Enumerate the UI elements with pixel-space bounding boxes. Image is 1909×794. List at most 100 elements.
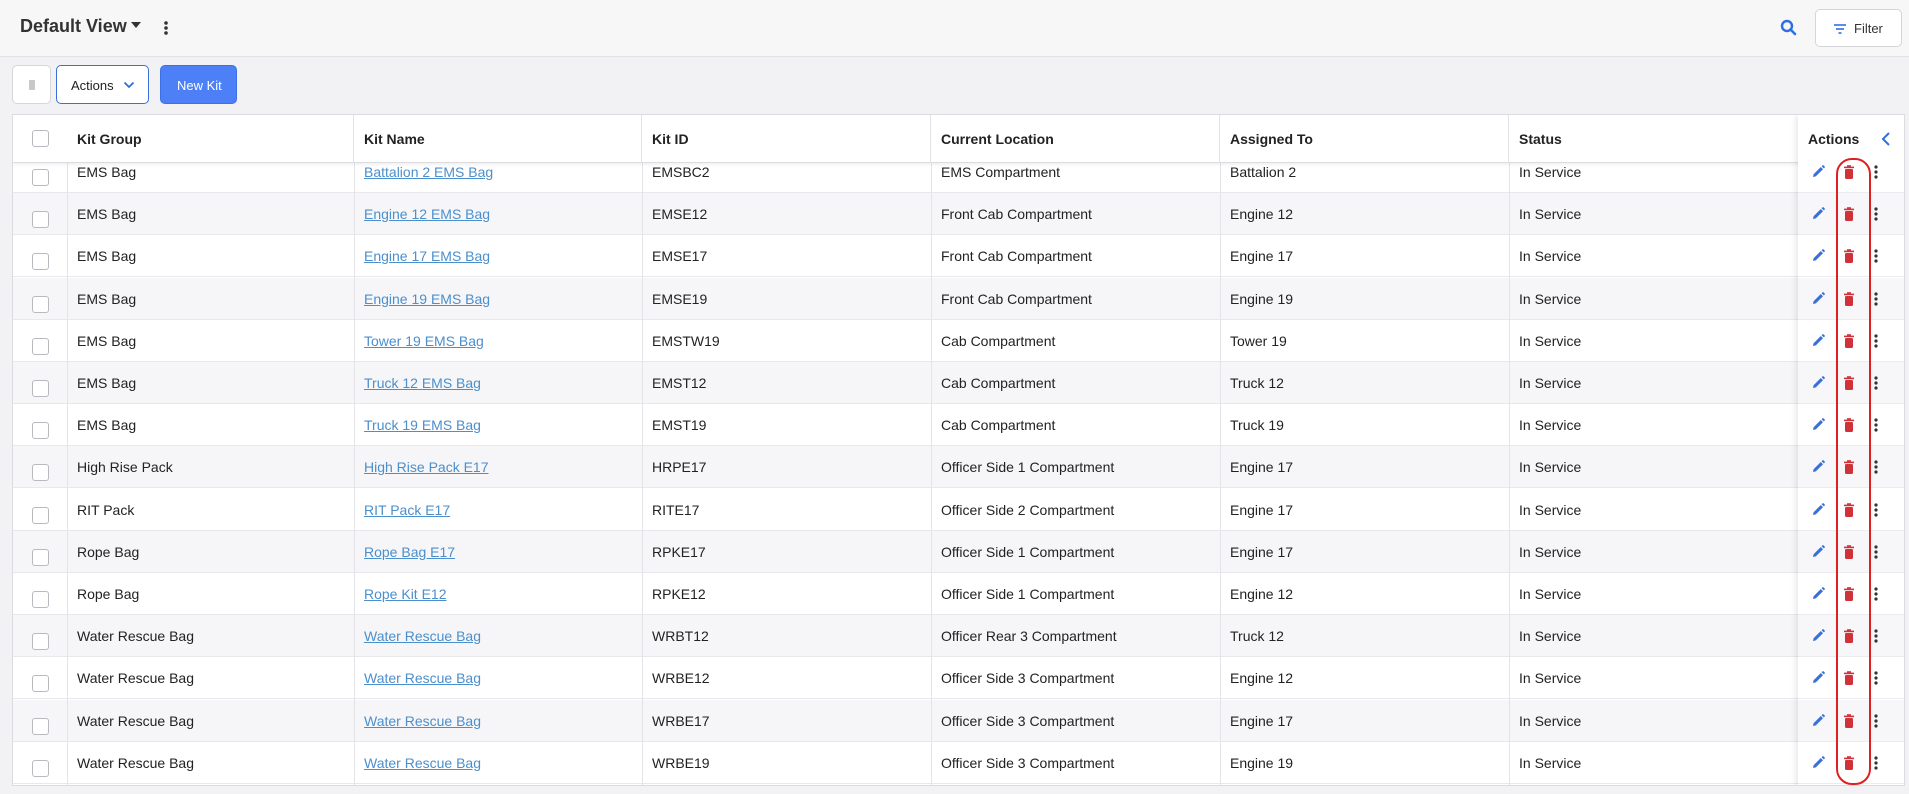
view-title[interactable]: Default View xyxy=(20,16,127,37)
more-vertical-icon[interactable] xyxy=(1873,206,1879,222)
kit-name-link[interactable]: Water Rescue Bag xyxy=(364,713,481,729)
kit-name-link[interactable]: Water Rescue Bag xyxy=(364,628,481,644)
more-vertical-icon[interactable] xyxy=(1873,628,1879,644)
pencil-icon[interactable] xyxy=(1810,248,1826,264)
row-checkbox[interactable] xyxy=(32,548,49,566)
select-all-checkbox[interactable] xyxy=(32,130,49,147)
row-checkbox[interactable] xyxy=(32,169,49,186)
more-vertical-icon[interactable] xyxy=(1873,713,1879,729)
pencil-icon[interactable] xyxy=(1810,628,1826,644)
pencil-icon[interactable] xyxy=(1810,459,1826,475)
table-row[interactable]: EMS Bag Engine 12 EMS Bag EMSE12 Front Cab … xyxy=(13,193,1904,236)
table-row[interactable]: EMS Bag Engine 19 EMS Bag EMSE19 Front Cab … xyxy=(13,277,1904,320)
cell-status: In Service xyxy=(1519,459,1582,476)
pencil-icon[interactable] xyxy=(1810,502,1826,518)
more-vertical-icon[interactable] xyxy=(1873,291,1879,307)
kit-name-link[interactable]: Truck 12 EMS Bag xyxy=(364,375,481,391)
more-vertical-icon[interactable] xyxy=(1873,670,1879,686)
cell-status: In Service xyxy=(1519,248,1582,265)
more-vertical-icon[interactable] xyxy=(1873,333,1879,349)
cell-id: RPKE12 xyxy=(652,586,706,602)
kit-name-link[interactable]: Engine 19 EMS Bag xyxy=(364,291,490,307)
row-checkbox[interactable] xyxy=(32,422,49,440)
kit-name-link[interactable]: Battalion 2 EMS Bag xyxy=(364,164,493,180)
row-checkbox[interactable] xyxy=(32,211,49,229)
cell-group: Water Rescue Bag xyxy=(77,712,194,729)
table-row[interactable]: Rope Bag Rope Kit E12 RPKE12 Officer Side 1… xyxy=(13,573,1904,615)
pencil-icon[interactable] xyxy=(1810,755,1826,771)
actions-dropdown-button[interactable]: Actions xyxy=(56,65,149,104)
row-checkbox[interactable] xyxy=(32,759,49,777)
more-vertical-icon[interactable] xyxy=(1873,502,1879,518)
table-row[interactable]: Water Rescue Bag Water Rescue Bag WRBT12 Of… xyxy=(13,615,1904,658)
pencil-icon[interactable] xyxy=(1810,375,1826,391)
cell-id: WRBT12 xyxy=(652,628,709,645)
more-vertical-icon[interactable] xyxy=(160,15,172,41)
more-vertical-icon[interactable] xyxy=(1873,248,1879,264)
column-header-status[interactable]: Status xyxy=(1519,115,1798,163)
pencil-icon[interactable] xyxy=(1810,417,1826,433)
table-row[interactable]: High Rise Pack High Rise Pack E17 HRPE17 Of… xyxy=(13,446,1904,489)
kit-name-link[interactable]: Rope Kit E12 xyxy=(364,586,447,602)
cell-group: Rope Bag xyxy=(77,543,140,560)
column-header-assigned-to[interactable]: Assigned To xyxy=(1230,115,1509,163)
more-vertical-icon[interactable] xyxy=(1873,586,1879,602)
table-row[interactable]: EMS Bag Truck 19 EMS Bag EMST19 Cab Compart… xyxy=(13,404,1904,447)
row-checkbox[interactable] xyxy=(32,591,49,608)
filter-button[interactable]: Filter xyxy=(1815,9,1902,47)
more-vertical-icon[interactable] xyxy=(1873,164,1879,180)
column-header-current-location[interactable]: Current Location xyxy=(941,115,1220,163)
pencil-icon[interactable] xyxy=(1810,333,1826,349)
kit-name-link[interactable]: Engine 17 EMS Bag xyxy=(364,248,490,264)
row-checkbox[interactable] xyxy=(32,675,49,693)
chevron-left-icon[interactable] xyxy=(1879,131,1893,147)
chevron-down-icon[interactable] xyxy=(131,22,141,28)
kit-name-link[interactable]: Engine 12 EMS Bag xyxy=(364,206,490,222)
column-header-kit-name[interactable]: Kit Name xyxy=(364,115,642,163)
table-row[interactable]: Rope Bag Rope Bag E17 RPKE17 Officer Side 1… xyxy=(13,530,1904,573)
bulk-select-button[interactable] xyxy=(12,65,51,104)
row-checkbox[interactable] xyxy=(32,506,49,524)
search-icon[interactable] xyxy=(1778,17,1800,39)
pencil-icon[interactable] xyxy=(1810,164,1826,180)
kit-name-link[interactable]: Water Rescue Bag xyxy=(364,670,481,686)
pencil-icon[interactable] xyxy=(1810,206,1826,222)
kit-name-link[interactable]: High Rise Pack E17 xyxy=(364,459,489,475)
cell-group: Water Rescue Bag xyxy=(77,670,194,687)
more-vertical-icon[interactable] xyxy=(1873,544,1879,560)
table-row[interactable]: EMS Bag Engine 17 EMS Bag EMSE17 Front Cab … xyxy=(13,235,1904,278)
kit-name-link[interactable]: RIT Pack E17 xyxy=(364,502,450,518)
row-checkbox[interactable] xyxy=(32,295,49,313)
column-header-kit-id[interactable]: Kit ID xyxy=(652,115,931,163)
pencil-icon[interactable] xyxy=(1810,670,1826,686)
pencil-icon[interactable] xyxy=(1810,291,1826,307)
cell-id: EMST19 xyxy=(652,417,707,434)
pencil-icon[interactable] xyxy=(1810,713,1826,729)
table-row[interactable]: Water Rescue Bag Water Rescue Bag WRBE12 Of… xyxy=(13,657,1904,700)
table-row[interactable]: Water Rescue Bag Water Rescue Bag WRBE17 Of… xyxy=(13,699,1904,742)
new-kit-button[interactable]: New Kit xyxy=(160,65,237,104)
more-vertical-icon[interactable] xyxy=(1873,375,1879,391)
pencil-icon[interactable] xyxy=(1810,586,1826,602)
more-vertical-icon[interactable] xyxy=(1873,755,1879,771)
more-vertical-icon[interactable] xyxy=(1873,417,1879,433)
kit-name-link[interactable]: Tower 19 EMS Bag xyxy=(364,333,484,349)
row-checkbox[interactable] xyxy=(32,337,49,355)
row-checkbox[interactable] xyxy=(32,380,49,397)
row-checkbox[interactable] xyxy=(32,633,49,651)
kit-name-link[interactable]: Water Rescue Bag xyxy=(364,755,481,771)
table-row[interactable]: EMS Bag Tower 19 EMS Bag EMSTW19 Cab Compar… xyxy=(13,319,1904,362)
row-checkbox[interactable] xyxy=(32,464,49,482)
table-row[interactable]: Water Rescue Bag Water Rescue Bag WRBE19 Of… xyxy=(13,741,1904,784)
kit-name-link[interactable]: Rope Bag E17 xyxy=(364,544,455,560)
more-vertical-icon[interactable] xyxy=(1873,459,1879,475)
row-checkbox[interactable] xyxy=(32,717,49,735)
table-row[interactable]: EMS Bag Truck 12 EMS Bag EMST12 Cab Compart… xyxy=(13,362,1904,404)
row-checkbox[interactable] xyxy=(32,253,49,271)
kit-name-link[interactable]: Truck 19 EMS Bag xyxy=(364,417,481,433)
table-row[interactable]: RIT Pack RIT Pack E17 RITE17 Officer Side 2… xyxy=(13,488,1904,531)
actions-column-header: Actions xyxy=(1808,131,1860,147)
pencil-icon[interactable] xyxy=(1810,544,1826,560)
column-header-kit-group[interactable]: Kit Group xyxy=(77,115,354,163)
cell-status: In Service xyxy=(1519,712,1582,729)
